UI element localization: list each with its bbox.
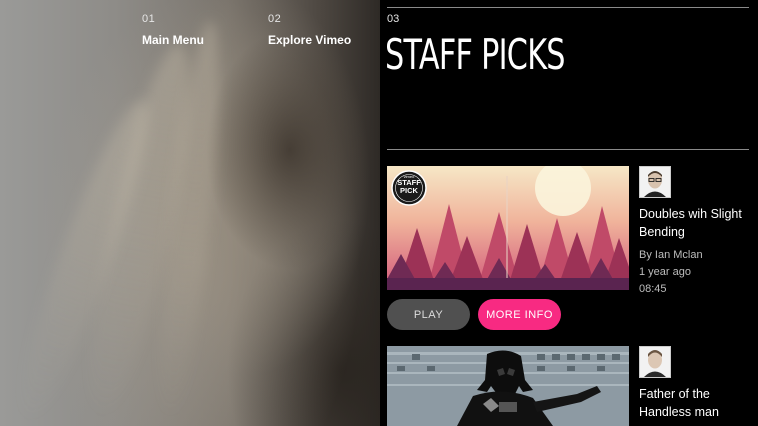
author-avatar-icon[interactable]	[639, 166, 671, 198]
badge-label: STAFF PICK	[397, 178, 421, 195]
author-avatar-icon[interactable]	[639, 346, 671, 378]
nav-label: Explore Vimeo	[268, 33, 352, 47]
video-title[interactable]: Doubles wih Slight Bending	[639, 205, 757, 241]
video-thumbnail[interactable]: vimeo STAFF PICK	[387, 166, 629, 290]
title-divider	[387, 149, 749, 150]
nav-number: 01	[142, 13, 156, 25]
nav-item-explore-vimeo[interactable]: 02 Explore Vimeo	[268, 13, 351, 47]
nav-item-main-menu[interactable]: 01 Main Menu	[142, 13, 204, 47]
staff-picks-panel: 03 STAFF PICKS vimeo STAFF PICK Doubles …	[380, 0, 758, 426]
page-title: STAFF PICKS	[385, 30, 566, 79]
video-age: 1 year ago	[639, 266, 691, 278]
nav-label: Main Menu	[142, 33, 204, 47]
video-thumbnail[interactable]	[387, 346, 629, 426]
staff-pick-badge: vimeo STAFF PICK	[392, 174, 426, 195]
nav-number: 02	[268, 13, 282, 25]
space-scene-illustration	[387, 346, 629, 426]
section-number: 03	[387, 13, 400, 25]
video-author: By Ian Mclan	[639, 249, 703, 261]
play-button[interactable]: PLAY	[387, 299, 470, 330]
more-info-button[interactable]: MORE INFO	[478, 299, 561, 330]
background-hero-image: 01 Main Menu 02 Explore Vimeo	[0, 0, 380, 426]
video-duration: 08:45	[639, 283, 667, 295]
video-title[interactable]: Father of the Handless man	[639, 385, 757, 421]
top-divider	[387, 7, 749, 8]
